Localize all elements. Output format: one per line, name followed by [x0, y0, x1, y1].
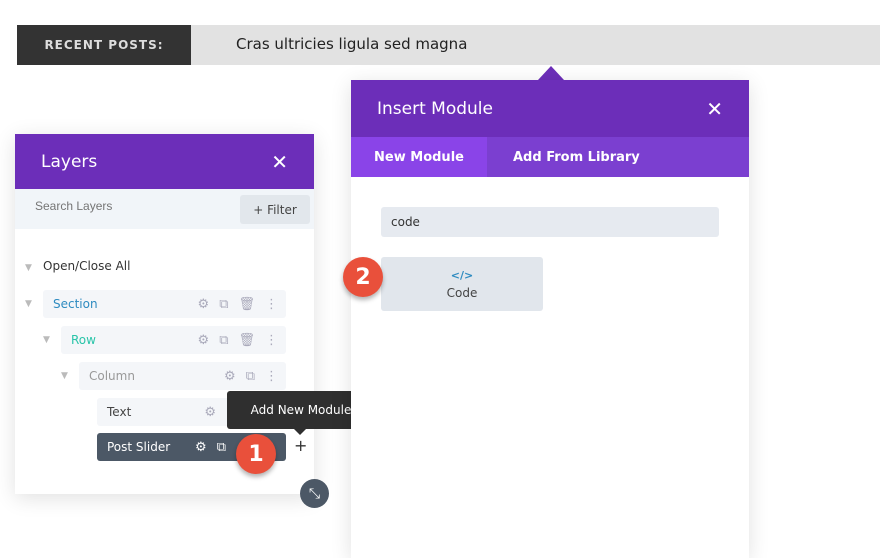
layers-search-bar: + Filter — [15, 189, 314, 229]
recent-post-title[interactable]: Cras ultricies ligula sed magna — [236, 35, 467, 53]
step-badge-1: 1 — [236, 434, 276, 474]
code-icon: </> — [450, 268, 474, 282]
layer-section[interactable]: Section ⚙ ⧉ 🗑 ⋮ — [43, 290, 286, 318]
gear-icon[interactable]: ⚙ — [195, 440, 207, 455]
panel-arrow — [538, 66, 564, 80]
layer-label: Column — [89, 369, 135, 383]
add-module-plus-icon[interactable]: + — [294, 436, 307, 455]
layer-label: Post Slider — [107, 440, 171, 454]
step-badge-2: 2 — [343, 257, 383, 297]
gear-icon[interactable]: ⚙ — [204, 405, 216, 420]
insert-module-header: Insert Module ✕ — [351, 80, 749, 137]
insert-module-panel: Insert Module ✕ New Module Add From Libr… — [351, 80, 749, 558]
tabs: New Module Add From Library — [351, 137, 749, 177]
resize-icon[interactable]: ⤡ — [300, 479, 329, 508]
code-module-button[interactable]: </> Code — [381, 257, 543, 311]
code-module-label: Code — [446, 285, 478, 300]
open-close-all[interactable]: Open/Close All — [43, 259, 130, 273]
layer-row[interactable]: Row ⚙ ⧉ 🗑 ⋮ — [61, 326, 286, 354]
search-layers-input[interactable] — [35, 199, 225, 213]
duplicate-icon[interactable]: ⧉ — [219, 297, 228, 312]
gear-icon[interactable]: ⚙ — [198, 297, 210, 312]
layers-header: Layers ✕ — [15, 134, 314, 189]
close-icon[interactable]: ✕ — [706, 97, 723, 121]
gear-icon[interactable]: ⚙ — [224, 369, 236, 384]
gear-icon[interactable]: ⚙ — [198, 333, 210, 348]
insert-module-title: Insert Module — [377, 98, 493, 119]
recent-posts-label: RECENT POSTS: — [17, 25, 191, 65]
trash-icon[interactable]: 🗑 — [238, 333, 255, 348]
close-icon[interactable]: ✕ — [271, 150, 288, 174]
trash-icon[interactable]: 🗑 — [238, 297, 255, 312]
layers-title: Layers — [41, 151, 98, 172]
duplicate-icon[interactable]: ⧉ — [246, 369, 255, 384]
more-icon[interactable]: ⋮ — [265, 333, 278, 348]
more-icon[interactable]: ⋮ — [265, 297, 278, 312]
duplicate-icon[interactable]: ⧉ — [219, 333, 228, 348]
tab-add-from-library[interactable]: Add From Library — [487, 137, 640, 177]
tooltip-arrow — [294, 429, 306, 435]
caret-down-icon[interactable]: ▼ — [43, 335, 50, 345]
layer-label: Section — [53, 297, 98, 311]
duplicate-icon[interactable]: ⧉ — [217, 440, 226, 455]
caret-down-icon[interactable]: ▼ — [61, 371, 68, 381]
tab-new-module[interactable]: New Module — [351, 137, 487, 177]
module-search-input[interactable] — [381, 207, 719, 237]
layer-label: Row — [71, 333, 96, 347]
caret-down-icon[interactable]: ▼ — [25, 263, 32, 273]
recent-posts-bar: RECENT POSTS: Cras ultricies ligula sed … — [17, 25, 880, 65]
more-icon[interactable]: ⋮ — [265, 369, 278, 384]
layer-label: Text — [107, 405, 132, 419]
filter-button[interactable]: + Filter — [240, 195, 310, 224]
layer-column[interactable]: Column ⚙ ⧉ ⋮ — [79, 362, 286, 390]
caret-down-icon[interactable]: ▼ — [25, 299, 32, 309]
